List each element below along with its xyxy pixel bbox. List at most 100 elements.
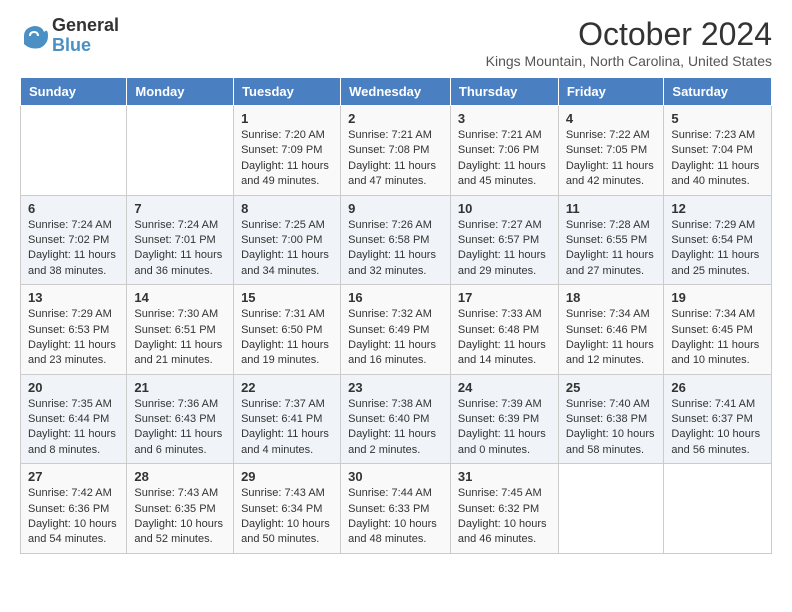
calendar-cell: 18Sunrise: 7:34 AMSunset: 6:46 PMDayligh… bbox=[558, 285, 664, 375]
day-info: Sunrise: 7:27 AMSunset: 6:57 PMDaylight:… bbox=[458, 218, 551, 280]
subtitle: Kings Mountain, North Carolina, United S… bbox=[486, 53, 772, 69]
day-info: Sunrise: 7:29 AMSunset: 6:53 PMDaylight:… bbox=[28, 307, 119, 369]
day-info: Sunrise: 7:22 AMSunset: 7:05 PMDaylight:… bbox=[566, 128, 657, 190]
day-info: Sunrise: 7:38 AMSunset: 6:40 PMDaylight:… bbox=[348, 397, 443, 459]
day-info: Sunrise: 7:40 AMSunset: 6:38 PMDaylight:… bbox=[566, 397, 657, 459]
day-number: 29 bbox=[241, 469, 333, 484]
day-info: Sunrise: 7:41 AMSunset: 6:37 PMDaylight:… bbox=[671, 397, 764, 459]
logo: General Blue bbox=[20, 16, 119, 56]
day-number: 18 bbox=[566, 290, 657, 305]
day-info: Sunrise: 7:20 AMSunset: 7:09 PMDaylight:… bbox=[241, 128, 333, 190]
day-info: Sunrise: 7:35 AMSunset: 6:44 PMDaylight:… bbox=[28, 397, 119, 459]
calendar-week-row: 6 Sunrise: 7:24 AMSunset: 7:02 PMDaylight… bbox=[21, 195, 772, 285]
day-number: 6 bbox=[28, 201, 119, 216]
calendar-week-row: 20 Sunrise: 7:35 AMSunset: 6:44 PMDayligh… bbox=[21, 374, 772, 464]
month-title: October 2024 bbox=[486, 16, 772, 53]
column-header-wednesday: Wednesday bbox=[341, 78, 451, 106]
day-number: 20 bbox=[28, 380, 119, 395]
calendar-cell: 29 Sunrise: 7:43 AMSunset: 6:34 PMDayligh… bbox=[234, 464, 341, 554]
day-info: Sunrise: 7:25 AMSunset: 7:00 PMDaylight:… bbox=[241, 218, 333, 280]
calendar-cell: 15 Sunrise: 7:31 AMSunset: 6:50 PMDayligh… bbox=[234, 285, 341, 375]
calendar-cell bbox=[21, 106, 127, 196]
calendar-cell: 21Sunrise: 7:36 AMSunset: 6:43 PMDayligh… bbox=[127, 374, 234, 464]
day-number: 21 bbox=[134, 380, 226, 395]
calendar-cell bbox=[558, 464, 664, 554]
day-number: 8 bbox=[241, 201, 333, 216]
calendar-cell bbox=[664, 464, 772, 554]
column-header-saturday: Saturday bbox=[664, 78, 772, 106]
header: General Blue October 2024 Kings Mountain… bbox=[20, 16, 772, 69]
day-info: Sunrise: 7:30 AMSunset: 6:51 PMDaylight:… bbox=[134, 307, 226, 369]
calendar-cell: 30Sunrise: 7:44 AMSunset: 6:33 PMDayligh… bbox=[341, 464, 451, 554]
calendar-cell: 1 Sunrise: 7:20 AMSunset: 7:09 PMDaylight… bbox=[234, 106, 341, 196]
day-info: Sunrise: 7:24 AMSunset: 7:02 PMDaylight:… bbox=[28, 218, 119, 280]
day-number: 4 bbox=[566, 111, 657, 126]
day-number: 26 bbox=[671, 380, 764, 395]
day-number: 17 bbox=[458, 290, 551, 305]
day-number: 13 bbox=[28, 290, 119, 305]
calendar-cell: 28Sunrise: 7:43 AMSunset: 6:35 PMDayligh… bbox=[127, 464, 234, 554]
day-info: Sunrise: 7:28 AMSunset: 6:55 PMDaylight:… bbox=[566, 218, 657, 280]
day-number: 9 bbox=[348, 201, 443, 216]
day-info: Sunrise: 7:29 AMSunset: 6:54 PMDaylight:… bbox=[671, 218, 764, 280]
day-number: 14 bbox=[134, 290, 226, 305]
day-info: Sunrise: 7:43 AMSunset: 6:34 PMDaylight:… bbox=[241, 486, 333, 548]
day-info: Sunrise: 7:31 AMSunset: 6:50 PMDaylight:… bbox=[241, 307, 333, 369]
calendar-cell: 9 Sunrise: 7:26 AMSunset: 6:58 PMDaylight… bbox=[341, 195, 451, 285]
calendar-cell: 10 Sunrise: 7:27 AMSunset: 6:57 PMDayligh… bbox=[450, 195, 558, 285]
column-header-thursday: Thursday bbox=[450, 78, 558, 106]
calendar-week-row: 1 Sunrise: 7:20 AMSunset: 7:09 PMDaylight… bbox=[21, 106, 772, 196]
day-number: 10 bbox=[458, 201, 551, 216]
calendar-cell: 16 Sunrise: 7:32 AMSunset: 6:49 PMDayligh… bbox=[341, 285, 451, 375]
calendar-week-row: 13 Sunrise: 7:29 AMSunset: 6:53 PMDayligh… bbox=[21, 285, 772, 375]
day-number: 25 bbox=[566, 380, 657, 395]
calendar-cell: 26 Sunrise: 7:41 AMSunset: 6:37 PMDayligh… bbox=[664, 374, 772, 464]
calendar-week-row: 27Sunrise: 7:42 AMSunset: 6:36 PMDayligh… bbox=[21, 464, 772, 554]
day-info: Sunrise: 7:45 AMSunset: 6:32 PMDaylight:… bbox=[458, 486, 551, 548]
day-info: Sunrise: 7:24 AMSunset: 7:01 PMDaylight:… bbox=[134, 218, 226, 280]
calendar-cell: 27Sunrise: 7:42 AMSunset: 6:36 PMDayligh… bbox=[21, 464, 127, 554]
day-info: Sunrise: 7:34 AMSunset: 6:45 PMDaylight:… bbox=[671, 307, 764, 369]
day-number: 22 bbox=[241, 380, 333, 395]
day-info: Sunrise: 7:26 AMSunset: 6:58 PMDaylight:… bbox=[348, 218, 443, 280]
day-info: Sunrise: 7:33 AMSunset: 6:48 PMDaylight:… bbox=[458, 307, 551, 369]
calendar-cell: 6 Sunrise: 7:24 AMSunset: 7:02 PMDaylight… bbox=[21, 195, 127, 285]
calendar-cell: 4 Sunrise: 7:22 AMSunset: 7:05 PMDaylight… bbox=[558, 106, 664, 196]
day-number: 11 bbox=[566, 201, 657, 216]
calendar-cell: 20 Sunrise: 7:35 AMSunset: 6:44 PMDayligh… bbox=[21, 374, 127, 464]
column-header-tuesday: Tuesday bbox=[234, 78, 341, 106]
calendar-cell: 2 Sunrise: 7:21 AMSunset: 7:08 PMDaylight… bbox=[341, 106, 451, 196]
day-number: 19 bbox=[671, 290, 764, 305]
column-header-friday: Friday bbox=[558, 78, 664, 106]
day-number: 2 bbox=[348, 111, 443, 126]
calendar-table: SundayMondayTuesdayWednesdayThursdayFrid… bbox=[20, 77, 772, 554]
day-number: 5 bbox=[671, 111, 764, 126]
calendar-cell: 23Sunrise: 7:38 AMSunset: 6:40 PMDayligh… bbox=[341, 374, 451, 464]
day-info: Sunrise: 7:44 AMSunset: 6:33 PMDaylight:… bbox=[348, 486, 443, 548]
day-info: Sunrise: 7:43 AMSunset: 6:35 PMDaylight:… bbox=[134, 486, 226, 548]
calendar-cell: 13 Sunrise: 7:29 AMSunset: 6:53 PMDayligh… bbox=[21, 285, 127, 375]
day-info: Sunrise: 7:42 AMSunset: 6:36 PMDaylight:… bbox=[28, 486, 119, 548]
title-area: October 2024 Kings Mountain, North Carol… bbox=[486, 16, 772, 69]
calendar-cell: 14 Sunrise: 7:30 AMSunset: 6:51 PMDayligh… bbox=[127, 285, 234, 375]
column-header-sunday: Sunday bbox=[21, 78, 127, 106]
day-number: 16 bbox=[348, 290, 443, 305]
day-info: Sunrise: 7:37 AMSunset: 6:41 PMDaylight:… bbox=[241, 397, 333, 459]
calendar-cell: 24 Sunrise: 7:39 AMSunset: 6:39 PMDayligh… bbox=[450, 374, 558, 464]
calendar-header-row: SundayMondayTuesdayWednesdayThursdayFrid… bbox=[21, 78, 772, 106]
day-info: Sunrise: 7:21 AMSunset: 7:06 PMDaylight:… bbox=[458, 128, 551, 190]
day-number: 24 bbox=[458, 380, 551, 395]
day-info: Sunrise: 7:39 AMSunset: 6:39 PMDaylight:… bbox=[458, 397, 551, 459]
calendar-cell bbox=[127, 106, 234, 196]
day-number: 31 bbox=[458, 469, 551, 484]
day-info: Sunrise: 7:23 AMSunset: 7:04 PMDaylight:… bbox=[671, 128, 764, 190]
calendar-cell: 25 Sunrise: 7:40 AMSunset: 6:38 PMDayligh… bbox=[558, 374, 664, 464]
day-number: 7 bbox=[134, 201, 226, 216]
day-number: 1 bbox=[241, 111, 333, 126]
calendar-cell: 22 Sunrise: 7:37 AMSunset: 6:41 PMDayligh… bbox=[234, 374, 341, 464]
day-info: Sunrise: 7:32 AMSunset: 6:49 PMDaylight:… bbox=[348, 307, 443, 369]
day-number: 15 bbox=[241, 290, 333, 305]
day-info: Sunrise: 7:21 AMSunset: 7:08 PMDaylight:… bbox=[348, 128, 443, 190]
logo-line2: Blue bbox=[52, 36, 119, 56]
calendar-cell: 7 Sunrise: 7:24 AMSunset: 7:01 PMDaylight… bbox=[127, 195, 234, 285]
